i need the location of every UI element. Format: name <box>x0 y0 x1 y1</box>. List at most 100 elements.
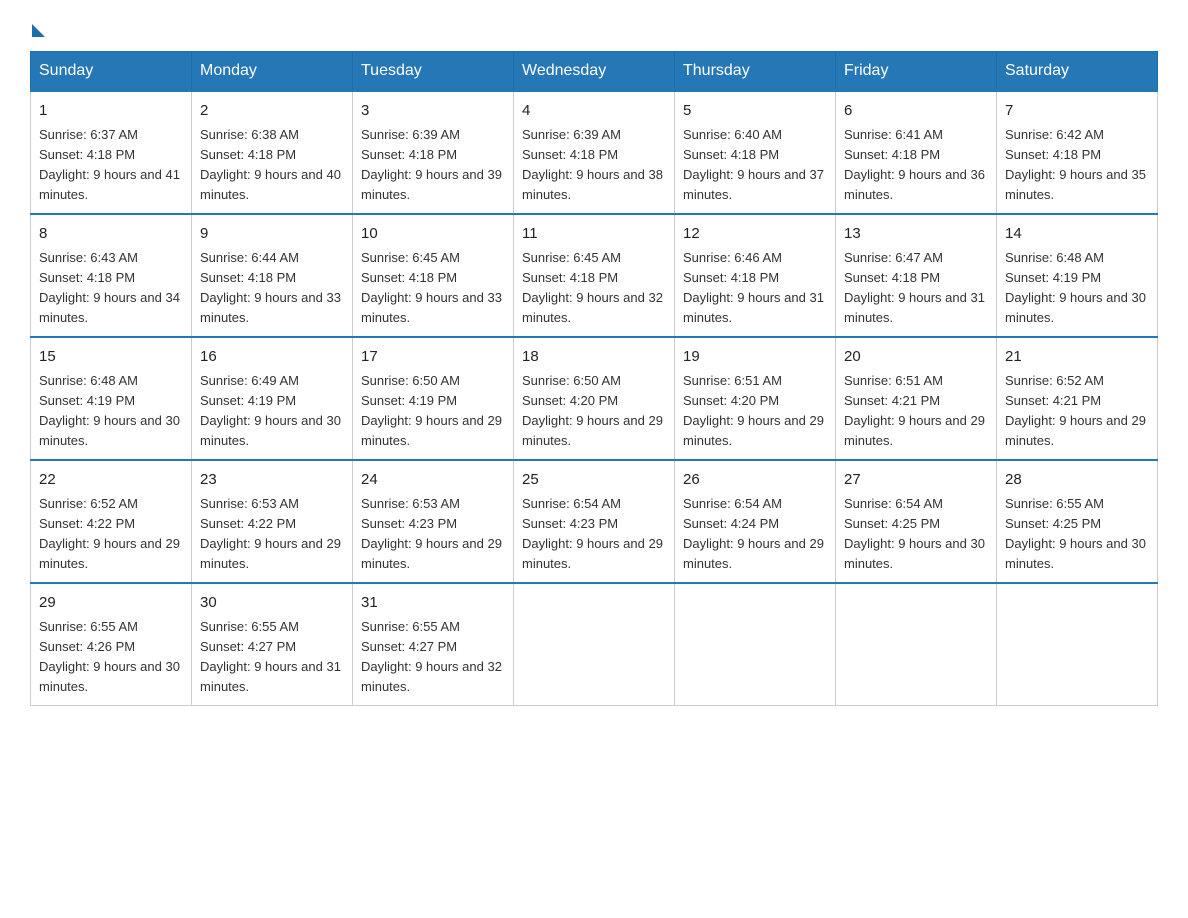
calendar-cell: 5Sunrise: 6:40 AMSunset: 4:18 PMDaylight… <box>675 91 836 214</box>
day-info: Sunrise: 6:54 AMSunset: 4:24 PMDaylight:… <box>683 494 827 575</box>
calendar-cell: 27Sunrise: 6:54 AMSunset: 4:25 PMDayligh… <box>836 460 997 583</box>
calendar-cell: 26Sunrise: 6:54 AMSunset: 4:24 PMDayligh… <box>675 460 836 583</box>
day-info: Sunrise: 6:49 AMSunset: 4:19 PMDaylight:… <box>200 371 344 452</box>
day-number: 18 <box>522 346 666 369</box>
day-number: 20 <box>844 346 988 369</box>
calendar-cell: 18Sunrise: 6:50 AMSunset: 4:20 PMDayligh… <box>514 337 675 460</box>
calendar-cell: 19Sunrise: 6:51 AMSunset: 4:20 PMDayligh… <box>675 337 836 460</box>
day-info: Sunrise: 6:52 AMSunset: 4:22 PMDaylight:… <box>39 494 183 575</box>
day-number: 30 <box>200 592 344 615</box>
calendar-cell <box>836 583 997 706</box>
calendar-week-5: 29Sunrise: 6:55 AMSunset: 4:26 PMDayligh… <box>31 583 1158 706</box>
day-info: Sunrise: 6:45 AMSunset: 4:18 PMDaylight:… <box>361 248 505 329</box>
calendar-cell: 7Sunrise: 6:42 AMSunset: 4:18 PMDaylight… <box>997 91 1158 214</box>
calendar-cell: 12Sunrise: 6:46 AMSunset: 4:18 PMDayligh… <box>675 214 836 337</box>
day-number: 10 <box>361 223 505 246</box>
day-info: Sunrise: 6:47 AMSunset: 4:18 PMDaylight:… <box>844 248 988 329</box>
day-number: 15 <box>39 346 183 369</box>
day-number: 17 <box>361 346 505 369</box>
calendar-week-2: 8Sunrise: 6:43 AMSunset: 4:18 PMDaylight… <box>31 214 1158 337</box>
day-number: 3 <box>361 100 505 123</box>
calendar-cell: 24Sunrise: 6:53 AMSunset: 4:23 PMDayligh… <box>353 460 514 583</box>
page-header <box>30 20 1158 33</box>
day-number: 25 <box>522 469 666 492</box>
day-number: 28 <box>1005 469 1149 492</box>
day-header-friday: Friday <box>836 52 997 92</box>
calendar-cell: 10Sunrise: 6:45 AMSunset: 4:18 PMDayligh… <box>353 214 514 337</box>
calendar-table: SundayMondayTuesdayWednesdayThursdayFrid… <box>30 51 1158 706</box>
calendar-cell: 2Sunrise: 6:38 AMSunset: 4:18 PMDaylight… <box>192 91 353 214</box>
day-info: Sunrise: 6:55 AMSunset: 4:25 PMDaylight:… <box>1005 494 1149 575</box>
day-info: Sunrise: 6:48 AMSunset: 4:19 PMDaylight:… <box>39 371 183 452</box>
day-number: 13 <box>844 223 988 246</box>
day-info: Sunrise: 6:50 AMSunset: 4:19 PMDaylight:… <box>361 371 505 452</box>
calendar-cell: 9Sunrise: 6:44 AMSunset: 4:18 PMDaylight… <box>192 214 353 337</box>
calendar-cell: 22Sunrise: 6:52 AMSunset: 4:22 PMDayligh… <box>31 460 192 583</box>
day-info: Sunrise: 6:55 AMSunset: 4:27 PMDaylight:… <box>361 617 505 698</box>
logo <box>30 20 45 33</box>
day-info: Sunrise: 6:46 AMSunset: 4:18 PMDaylight:… <box>683 248 827 329</box>
calendar-cell: 20Sunrise: 6:51 AMSunset: 4:21 PMDayligh… <box>836 337 997 460</box>
calendar-week-1: 1Sunrise: 6:37 AMSunset: 4:18 PMDaylight… <box>31 91 1158 214</box>
day-info: Sunrise: 6:38 AMSunset: 4:18 PMDaylight:… <box>200 125 344 206</box>
day-number: 1 <box>39 100 183 123</box>
calendar-week-4: 22Sunrise: 6:52 AMSunset: 4:22 PMDayligh… <box>31 460 1158 583</box>
calendar-cell: 25Sunrise: 6:54 AMSunset: 4:23 PMDayligh… <box>514 460 675 583</box>
day-info: Sunrise: 6:55 AMSunset: 4:26 PMDaylight:… <box>39 617 183 698</box>
day-number: 12 <box>683 223 827 246</box>
day-header-wednesday: Wednesday <box>514 52 675 92</box>
day-number: 31 <box>361 592 505 615</box>
day-info: Sunrise: 6:53 AMSunset: 4:22 PMDaylight:… <box>200 494 344 575</box>
day-number: 24 <box>361 469 505 492</box>
day-info: Sunrise: 6:52 AMSunset: 4:21 PMDaylight:… <box>1005 371 1149 452</box>
day-number: 26 <box>683 469 827 492</box>
calendar-cell: 23Sunrise: 6:53 AMSunset: 4:22 PMDayligh… <box>192 460 353 583</box>
day-info: Sunrise: 6:37 AMSunset: 4:18 PMDaylight:… <box>39 125 183 206</box>
calendar-cell: 30Sunrise: 6:55 AMSunset: 4:27 PMDayligh… <box>192 583 353 706</box>
calendar-cell: 21Sunrise: 6:52 AMSunset: 4:21 PMDayligh… <box>997 337 1158 460</box>
day-number: 5 <box>683 100 827 123</box>
day-header-thursday: Thursday <box>675 52 836 92</box>
day-info: Sunrise: 6:53 AMSunset: 4:23 PMDaylight:… <box>361 494 505 575</box>
calendar-cell <box>514 583 675 706</box>
calendar-cell: 16Sunrise: 6:49 AMSunset: 4:19 PMDayligh… <box>192 337 353 460</box>
day-number: 14 <box>1005 223 1149 246</box>
day-info: Sunrise: 6:54 AMSunset: 4:25 PMDaylight:… <box>844 494 988 575</box>
calendar-cell: 17Sunrise: 6:50 AMSunset: 4:19 PMDayligh… <box>353 337 514 460</box>
calendar-cell <box>675 583 836 706</box>
day-info: Sunrise: 6:45 AMSunset: 4:18 PMDaylight:… <box>522 248 666 329</box>
day-number: 21 <box>1005 346 1149 369</box>
day-info: Sunrise: 6:51 AMSunset: 4:21 PMDaylight:… <box>844 371 988 452</box>
calendar-cell: 4Sunrise: 6:39 AMSunset: 4:18 PMDaylight… <box>514 91 675 214</box>
day-header-sunday: Sunday <box>31 52 192 92</box>
calendar-cell: 13Sunrise: 6:47 AMSunset: 4:18 PMDayligh… <box>836 214 997 337</box>
calendar-cell: 6Sunrise: 6:41 AMSunset: 4:18 PMDaylight… <box>836 91 997 214</box>
day-number: 6 <box>844 100 988 123</box>
day-number: 29 <box>39 592 183 615</box>
logo-arrow-icon <box>32 24 45 37</box>
day-info: Sunrise: 6:39 AMSunset: 4:18 PMDaylight:… <box>361 125 505 206</box>
calendar-cell: 1Sunrise: 6:37 AMSunset: 4:18 PMDaylight… <box>31 91 192 214</box>
day-header-saturday: Saturday <box>997 52 1158 92</box>
day-info: Sunrise: 6:39 AMSunset: 4:18 PMDaylight:… <box>522 125 666 206</box>
day-info: Sunrise: 6:54 AMSunset: 4:23 PMDaylight:… <box>522 494 666 575</box>
calendar-cell: 31Sunrise: 6:55 AMSunset: 4:27 PMDayligh… <box>353 583 514 706</box>
day-info: Sunrise: 6:41 AMSunset: 4:18 PMDaylight:… <box>844 125 988 206</box>
day-number: 27 <box>844 469 988 492</box>
day-number: 8 <box>39 223 183 246</box>
calendar-cell: 29Sunrise: 6:55 AMSunset: 4:26 PMDayligh… <box>31 583 192 706</box>
day-number: 11 <box>522 223 666 246</box>
calendar-cell: 28Sunrise: 6:55 AMSunset: 4:25 PMDayligh… <box>997 460 1158 583</box>
day-info: Sunrise: 6:44 AMSunset: 4:18 PMDaylight:… <box>200 248 344 329</box>
day-info: Sunrise: 6:50 AMSunset: 4:20 PMDaylight:… <box>522 371 666 452</box>
day-number: 2 <box>200 100 344 123</box>
calendar-cell: 3Sunrise: 6:39 AMSunset: 4:18 PMDaylight… <box>353 91 514 214</box>
calendar-cell <box>997 583 1158 706</box>
day-number: 16 <box>200 346 344 369</box>
day-info: Sunrise: 6:48 AMSunset: 4:19 PMDaylight:… <box>1005 248 1149 329</box>
day-info: Sunrise: 6:40 AMSunset: 4:18 PMDaylight:… <box>683 125 827 206</box>
calendar-cell: 15Sunrise: 6:48 AMSunset: 4:19 PMDayligh… <box>31 337 192 460</box>
day-header-monday: Monday <box>192 52 353 92</box>
day-info: Sunrise: 6:42 AMSunset: 4:18 PMDaylight:… <box>1005 125 1149 206</box>
day-number: 9 <box>200 223 344 246</box>
